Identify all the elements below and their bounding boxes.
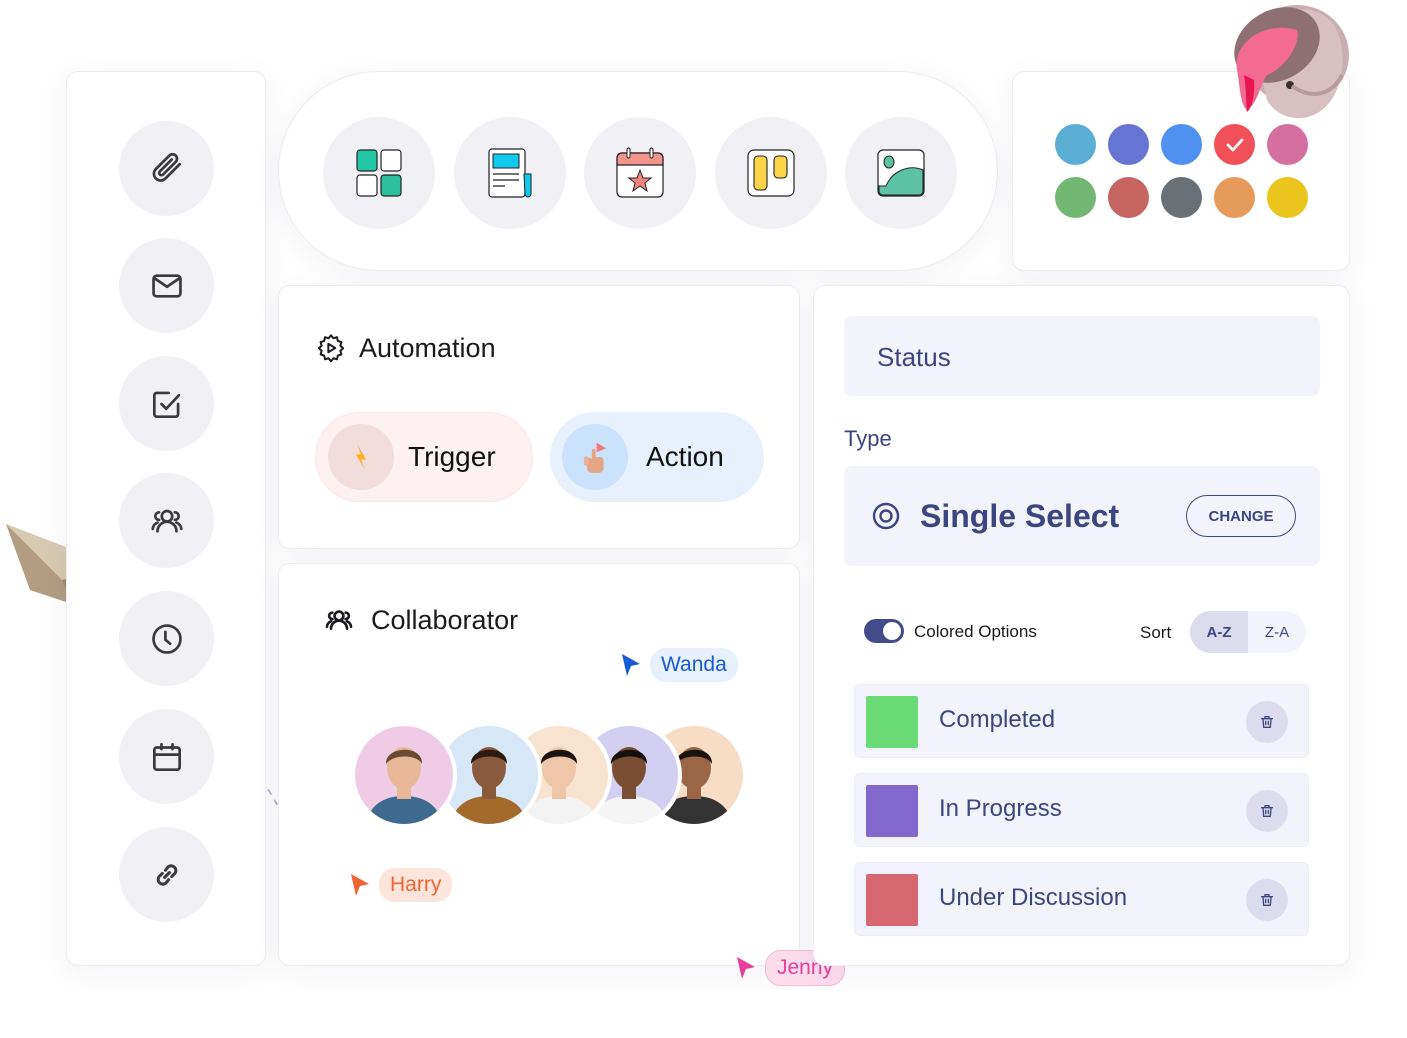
app-launcher [278, 71, 998, 271]
automation-title: Automation [359, 332, 496, 363]
option-color-swatch[interactable] [866, 696, 918, 748]
checkbox-icon [152, 391, 180, 418]
cursor-wanda: Wanda [620, 648, 738, 682]
collaborator-avatar[interactable] [351, 722, 457, 828]
automation-gear-play-icon [317, 334, 345, 363]
hand-tap-icon [562, 424, 628, 490]
app-document-button[interactable] [454, 117, 566, 229]
cursor-name-label: Wanda [650, 648, 738, 682]
sort-toggle-group: A-Z Z-A [1190, 611, 1306, 653]
clock-icon [151, 623, 182, 654]
colored-options-toggle[interactable] [864, 619, 904, 643]
trash-icon [1261, 716, 1273, 728]
grid-widgets-icon [356, 149, 402, 197]
sidebar-item-tasks[interactable] [119, 356, 214, 451]
app-event-button[interactable] [584, 117, 696, 229]
action-button[interactable]: Action [550, 412, 764, 502]
image-gallery-icon [877, 149, 925, 197]
color-swatch[interactable] [1055, 124, 1096, 165]
sidebar-item-users[interactable] [119, 473, 214, 568]
field-settings-panel: Status Type Single Select CHANGE Colored… [813, 285, 1350, 966]
person-photo [365, 747, 443, 824]
option-label: In Progress [939, 795, 1062, 822]
type-label: Type [844, 426, 892, 451]
mail-icon [151, 273, 182, 298]
sidebar-item-history[interactable] [119, 591, 214, 686]
delete-option-button[interactable] [1246, 701, 1288, 743]
collaborator-title: Collaborator [371, 604, 519, 635]
paint-bucket-icon [1234, 5, 1349, 119]
delete-option-button[interactable] [1246, 790, 1288, 832]
app-dashboard-button[interactable] [323, 117, 435, 229]
field-name-input[interactable]: Status [844, 316, 1320, 396]
color-swatch[interactable] [1267, 177, 1308, 218]
sidebar-item-link[interactable] [119, 827, 214, 922]
cursor-pointer-icon [622, 654, 640, 676]
sort-label: Sort [1140, 623, 1172, 642]
option-label: Under Discussion [939, 884, 1128, 911]
automation-header: Automation [315, 332, 496, 364]
color-swatch[interactable] [1214, 124, 1255, 165]
color-swatch[interactable] [1108, 177, 1149, 218]
field-name-value: Status [877, 342, 951, 372]
collaborator-card: Collaborator [278, 563, 800, 966]
trigger-button[interactable]: Trigger [315, 412, 533, 502]
app-kanban-button[interactable] [715, 117, 827, 229]
option-color-swatch[interactable] [866, 785, 918, 837]
link-icon [156, 863, 177, 886]
app-gallery-button[interactable] [845, 117, 957, 229]
option-color-swatch[interactable] [866, 874, 918, 926]
trash-icon [1261, 805, 1273, 817]
color-swatch[interactable] [1161, 177, 1202, 218]
option-label: Completed [939, 706, 1056, 733]
action-label: Action [646, 441, 724, 472]
lightning-icon [328, 424, 394, 490]
cursor-name-label: Harry [379, 868, 453, 902]
trash-icon [1261, 894, 1273, 906]
cursor-pointer-icon [737, 957, 755, 979]
automation-card: Automation Trigger Action [278, 285, 800, 549]
option-row[interactable]: Completed [854, 684, 1309, 758]
calendar-icon [152, 742, 181, 771]
calendar-star-icon [616, 147, 664, 198]
checkmark-icon [1226, 138, 1243, 151]
sidebar-item-email[interactable] [119, 238, 214, 333]
paperclip-icon [152, 152, 181, 182]
newsletter-icon [488, 148, 532, 198]
sort-az-button[interactable]: A-Z [1190, 611, 1248, 653]
sidebar-item-attachment[interactable] [119, 121, 214, 216]
color-swatch[interactable] [1161, 124, 1202, 165]
sidebar-item-calendar[interactable] [119, 709, 214, 804]
option-row[interactable]: Under Discussion [854, 862, 1309, 936]
field-type-box: Single Select CHANGE [844, 466, 1320, 566]
cursor-harry: Harry [349, 868, 453, 902]
color-swatch[interactable] [1055, 177, 1096, 218]
sidebar [66, 71, 266, 966]
color-swatch[interactable] [1214, 177, 1255, 218]
colored-options-label: Colored Options [914, 622, 1037, 641]
users-icon [325, 610, 353, 630]
color-swatch[interactable] [1267, 124, 1308, 165]
option-row[interactable]: In Progress [854, 773, 1309, 847]
collaborator-header: Collaborator [319, 604, 518, 636]
trigger-label: Trigger [408, 441, 496, 472]
change-type-button[interactable]: CHANGE [1186, 495, 1296, 537]
radio-selected-icon [872, 502, 900, 530]
field-type-value: Single Select [920, 498, 1120, 534]
delete-option-button[interactable] [1246, 879, 1288, 921]
color-swatch[interactable] [1108, 124, 1149, 165]
cursor-pointer-icon [351, 874, 369, 896]
kanban-board-icon [747, 149, 795, 197]
sort-za-button[interactable]: Z-A [1248, 611, 1306, 653]
users-icon [150, 509, 183, 533]
